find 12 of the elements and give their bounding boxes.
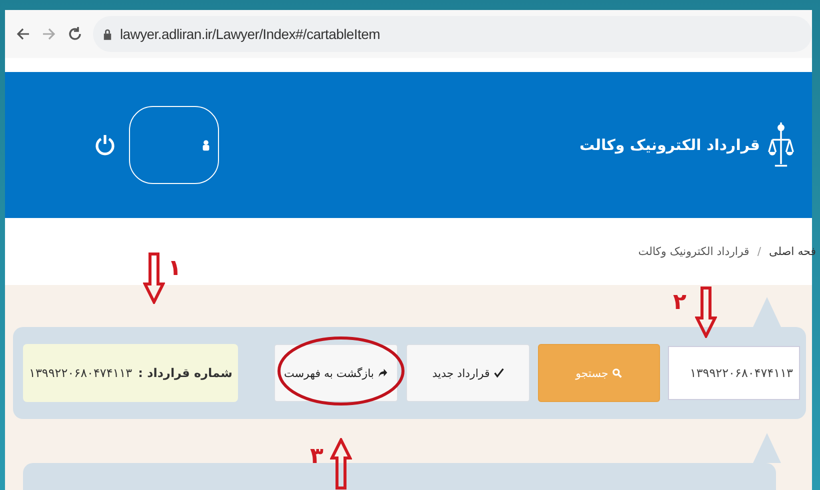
contract-number: ۱۳۹۹۲۲۰۶۸۰۴۷۴۱۱۳ bbox=[29, 366, 132, 380]
breadcrumb-item: قرارداد الکترونیک وکالت bbox=[638, 245, 750, 258]
app-title: قرارداد الکترونیک وکالت bbox=[580, 136, 760, 154]
breadcrumb-separator: / bbox=[757, 245, 762, 258]
search-field[interactable]: ۱۳۹۹۲۲۰۶۸۰۴۷۴۱۱۳ bbox=[668, 346, 800, 400]
new-contract-button[interactable]: قرارداد جدید bbox=[406, 344, 530, 402]
contract-label: شماره قرارداد : bbox=[138, 366, 232, 380]
annotation-number: ۲ bbox=[673, 290, 686, 315]
annotation-number: ۱ bbox=[168, 256, 182, 281]
back-to-list-button[interactable]: بازگشت به فهرست bbox=[274, 344, 398, 402]
annotation-number: ۳ bbox=[310, 444, 324, 469]
url-field[interactable]: lawyer.adliran.ir/Lawyer/Index#/cartableItem bbox=[93, 16, 812, 52]
